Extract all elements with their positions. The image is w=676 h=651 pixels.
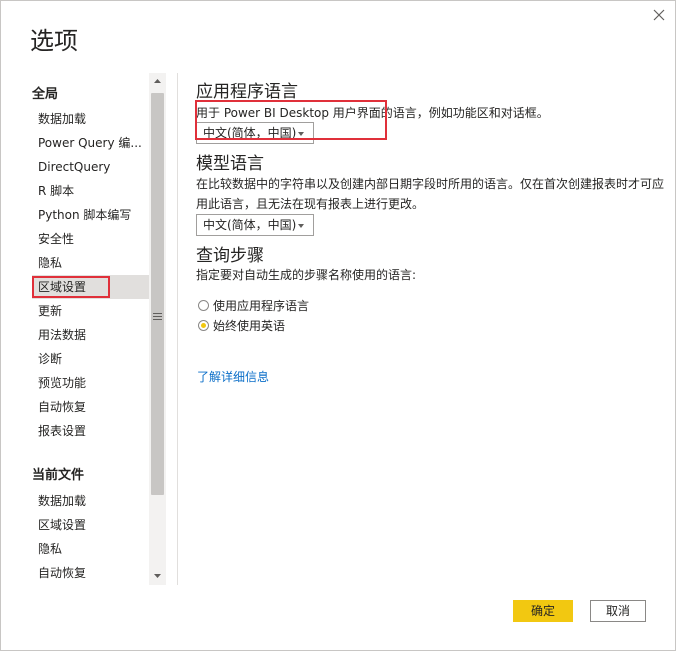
sidebar-section-global: 全局 — [32, 87, 59, 102]
radio-use-app-language[interactable]: 使用应用程序语言 — [196, 297, 346, 315]
model-language-select[interactable]: 中文(简体，中国) — [196, 214, 314, 236]
app-language-description: 用于 Power BI Desktop 用户界面的语言，例如功能区和对话框。 — [196, 106, 549, 120]
ok-button[interactable]: 确定 — [513, 600, 573, 622]
sidebar-item-directquery[interactable]: DirectQuery — [32, 155, 149, 179]
sidebar-item-file-data-load[interactable]: 数据加载 — [32, 489, 149, 513]
pane-divider — [177, 73, 178, 585]
query-steps-heading: 查询步骤 — [196, 246, 264, 266]
scroll-thumb[interactable] — [151, 93, 164, 495]
sidebar-item-regional-settings[interactable]: 区域设置 — [32, 275, 149, 299]
sidebar-item-r-script[interactable]: R 脚本 — [32, 179, 149, 203]
sidebar-item-security[interactable]: 安全性 — [32, 227, 149, 251]
sidebar-item-preview-features[interactable]: 预览功能 — [32, 371, 149, 395]
radio-always-english[interactable]: 始终使用英语 — [196, 317, 346, 335]
close-icon — [653, 9, 665, 21]
sidebar-section-current-file: 当前文件 — [32, 468, 85, 483]
query-steps-description: 指定要对自动生成的步骤名称使用的语言: — [196, 268, 417, 282]
app-language-select-value: 中文(简体，中国) — [203, 126, 297, 140]
model-language-description: 在比较数据中的字符串以及创建内部日期字段时所用的语言。仅在首次创建报表时才可应用… — [196, 177, 665, 211]
dialog-title: 选项 — [30, 27, 78, 55]
radio-label: 使用应用程序语言 — [213, 299, 310, 313]
options-dialog: 选项 全局 数据加载 Power Query 编... DirectQuery … — [0, 0, 676, 651]
sidebar-item-report-settings[interactable]: 报表设置 — [32, 419, 149, 443]
radio-button-unchecked[interactable] — [198, 300, 209, 311]
sidebar-item-python-script[interactable]: Python 脚本编写 — [32, 203, 149, 227]
sidebar-item-power-query-editor[interactable]: Power Query 编... — [32, 131, 149, 155]
model-language-heading: 模型语言 — [196, 154, 264, 174]
sidebar-scrollbar[interactable] — [149, 73, 166, 585]
sidebar-item-file-auto-recovery[interactable]: 自动恢复 — [32, 561, 149, 585]
sidebar-item-updates[interactable]: 更新 — [32, 299, 149, 323]
triangle-up-icon — [154, 79, 161, 83]
sidebar-item-diagnostics[interactable]: 诊断 — [32, 347, 149, 371]
sidebar-item-auto-recovery[interactable]: 自动恢复 — [32, 395, 149, 419]
triangle-down-icon — [154, 574, 161, 578]
radio-label: 始终使用英语 — [213, 319, 286, 333]
sidebar-item-usage-data[interactable]: 用法数据 — [32, 323, 149, 347]
app-language-heading: 应用程序语言 — [196, 82, 298, 102]
chevron-down-icon — [298, 224, 304, 228]
app-language-select[interactable]: 中文(简体，中国) — [196, 122, 314, 144]
scroll-up-button[interactable] — [149, 73, 166, 90]
sidebar-item-file-privacy[interactable]: 隐私 — [32, 537, 149, 561]
close-button[interactable] — [649, 5, 669, 25]
scroll-down-button[interactable] — [149, 568, 166, 585]
learn-more-link[interactable]: 了解详细信息 — [197, 368, 269, 385]
sidebar-item-file-regional-settings[interactable]: 区域设置 — [32, 513, 149, 537]
radio-button-checked[interactable] — [198, 320, 209, 331]
sidebar-item-privacy[interactable]: 隐私 — [32, 251, 149, 275]
chevron-down-icon — [298, 132, 304, 136]
grip-icon — [152, 311, 163, 320]
model-language-select-value: 中文(简体，中国) — [203, 218, 297, 232]
sidebar-item-data-load[interactable]: 数据加载 — [32, 107, 149, 131]
sidebar: 全局 数据加载 Power Query 编... DirectQuery R 脚… — [1, 73, 166, 585]
cancel-button[interactable]: 取消 — [590, 600, 646, 622]
